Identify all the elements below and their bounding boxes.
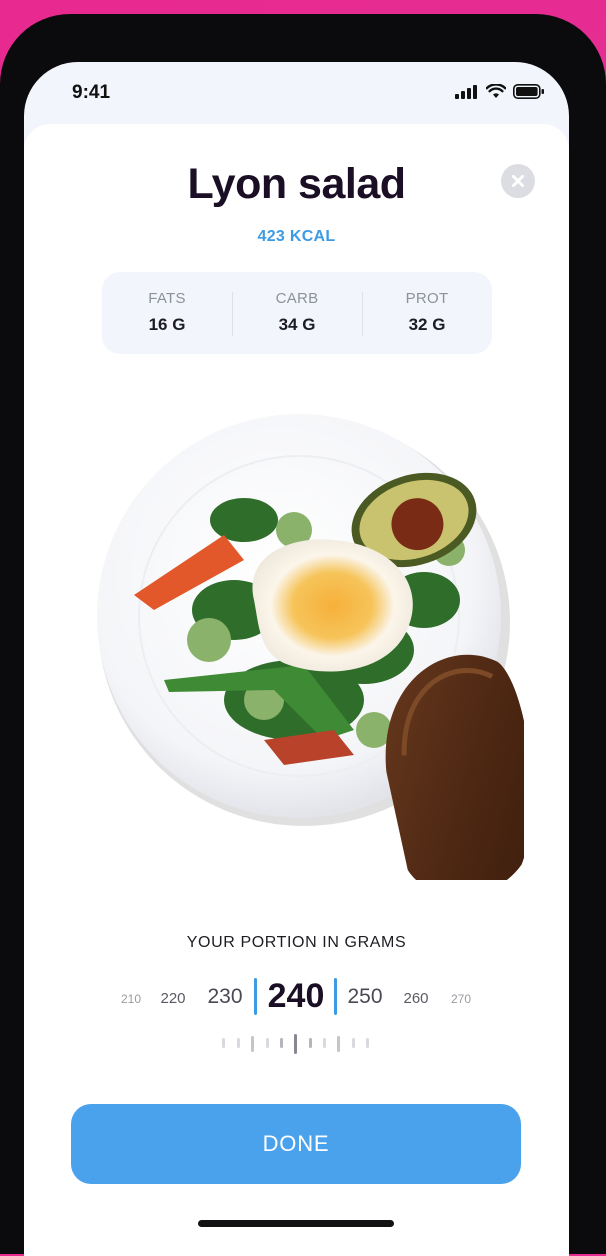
- macro-fats: FATS 16 G: [102, 272, 232, 354]
- portion-option[interactable]: 230: [207, 985, 242, 1009]
- portion-slider-ticks[interactable]: [24, 1034, 569, 1058]
- macro-value: 16 G: [148, 315, 186, 334]
- done-button[interactable]: DONE: [71, 1104, 521, 1184]
- macro-label: FATS: [148, 290, 186, 307]
- macro-value: 32 G: [408, 315, 446, 334]
- macro-carb: CARB 34 G: [232, 272, 362, 354]
- slider-tick: [323, 1038, 326, 1048]
- status-icons: [455, 84, 545, 99]
- app-screen: 9:41 Lyon salad 423 KCAL FATS 16 G CARB …: [24, 62, 569, 1256]
- slider-tick: [237, 1038, 240, 1048]
- close-icon: [512, 175, 524, 187]
- dish-detail-sheet: Lyon salad 423 KCAL FATS 16 G CARB 34 G …: [24, 124, 569, 1256]
- macro-label: CARB: [275, 290, 319, 307]
- portion-selected-value[interactable]: 240: [268, 977, 325, 1016]
- portion-option[interactable]: 260: [403, 990, 428, 1007]
- portion-option[interactable]: 210: [121, 992, 141, 1006]
- macro-label: PROT: [405, 290, 449, 307]
- slider-tick: [251, 1036, 254, 1052]
- dish-photo: [97, 414, 524, 880]
- slider-tick: [352, 1038, 355, 1048]
- home-indicator: [198, 1220, 394, 1227]
- portion-label: YOUR PORTION IN GRAMS: [186, 934, 407, 951]
- slider-tick: [266, 1038, 269, 1048]
- slider-tick-current: [294, 1034, 297, 1054]
- slider-tick: [222, 1038, 225, 1048]
- cellular-signal-icon: [455, 84, 477, 99]
- status-bar: 9:41: [24, 62, 569, 124]
- portion-option[interactable]: 250: [347, 985, 382, 1009]
- macros-panel: FATS 16 G CARB 34 G PROT 32 G: [102, 272, 492, 354]
- portion-option[interactable]: 220: [160, 990, 185, 1007]
- slider-tick: [280, 1038, 283, 1048]
- close-button[interactable]: [501, 164, 535, 198]
- portion-option[interactable]: 270: [451, 992, 471, 1006]
- calories-label: 423 KCAL: [257, 228, 336, 245]
- macro-prot: PROT 32 G: [362, 272, 492, 354]
- slider-tick: [309, 1038, 312, 1048]
- dish-title: Lyon salad: [187, 160, 406, 208]
- selection-marker-left: [254, 978, 257, 1015]
- macro-value: 34 G: [278, 315, 316, 334]
- slider-tick: [337, 1036, 340, 1052]
- phone-frame: 9:41 Lyon salad 423 KCAL FATS 16 G CARB …: [0, 14, 606, 1256]
- battery-icon: [513, 84, 544, 99]
- selection-marker-right: [334, 978, 337, 1015]
- status-time: 9:41: [72, 82, 111, 103]
- wifi-icon: [486, 84, 506, 98]
- portion-picker[interactable]: 210 220 230 240 250 260 270: [24, 974, 569, 1024]
- slider-tick: [366, 1038, 369, 1048]
